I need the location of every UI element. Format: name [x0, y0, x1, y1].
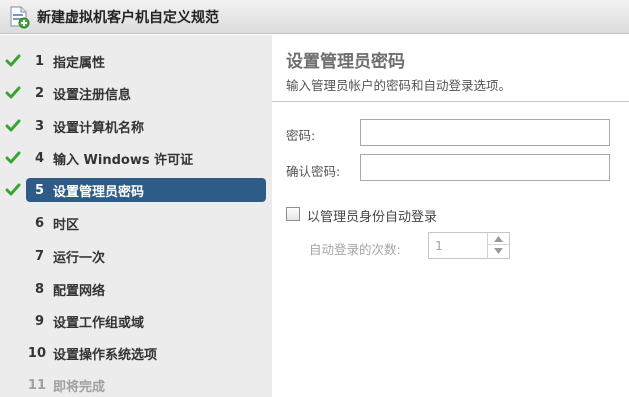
step-registration-info[interactable]: 2 设置注册信息 [0, 81, 272, 105]
step-label: 设置操作系统选项 [53, 347, 158, 363]
chevron-up-icon [494, 235, 503, 242]
step-time-zone[interactable]: 6 时区 [0, 211, 272, 235]
password-label: 密码: [286, 128, 316, 143]
step-windows-license[interactable]: 4 输入 Windows 许可证 [0, 146, 272, 170]
check-icon [5, 118, 21, 134]
page-title: 设置管理员密码 [286, 52, 405, 72]
window-title: 新建虚拟机客户机自定义规范 [37, 9, 219, 26]
step-label: 设置注册信息 [53, 87, 132, 103]
step-specify-properties[interactable]: 1 指定属性 [0, 49, 272, 73]
step-number: 8 [34, 281, 44, 297]
check-icon [5, 150, 21, 166]
step-label: 设置工作组或域 [53, 315, 145, 331]
decrement-button[interactable] [488, 245, 509, 257]
autologon-label[interactable]: 以管理员身份自动登录 [307, 206, 437, 225]
chevron-down-icon [494, 248, 503, 254]
spec-document-icon [7, 5, 31, 29]
window-titlebar: 新建虚拟机客户机自定义规范 [0, 0, 629, 34]
step-label: 即将完成 [53, 379, 106, 395]
confirm-password-field[interactable] [360, 154, 610, 181]
header-divider [272, 101, 629, 102]
step-admin-password[interactable]: 5 设置管理员密码 [0, 178, 272, 202]
step-number: 1 [34, 53, 44, 69]
step-number: 5 [34, 182, 44, 198]
step-label: 输入 Windows 许可证 [53, 152, 194, 168]
autologon-count-label: 自动登录的次数: [309, 242, 401, 257]
step-number: 7 [34, 248, 44, 264]
check-icon [5, 53, 21, 69]
step-label: 指定属性 [53, 55, 106, 71]
step-label: 配置网络 [53, 283, 106, 299]
step-ready-to-complete: 11 即将完成 [0, 373, 272, 397]
step-number: 6 [34, 215, 44, 231]
step-computer-name[interactable]: 3 设置计算机名称 [0, 114, 272, 138]
step-number: 9 [34, 313, 44, 329]
page-description: 输入管理员帐户的密码和自动登录选项。 [286, 78, 512, 93]
step-number: 4 [34, 150, 44, 166]
step-workgroup-domain[interactable]: 9 设置工作组或域 [0, 309, 272, 333]
stepper-buttons [487, 233, 509, 258]
password-field[interactable] [360, 119, 610, 146]
step-os-options[interactable]: 10 设置操作系统选项 [0, 341, 272, 365]
check-icon [5, 182, 21, 198]
step-label: 设置管理员密码 [53, 184, 145, 200]
step-label: 设置计算机名称 [53, 120, 145, 136]
step-number: 10 [27, 345, 46, 361]
autologon-count-stepper[interactable]: 1 [428, 232, 510, 259]
step-number: 2 [34, 85, 44, 101]
autologon-checkbox[interactable] [286, 207, 300, 221]
step-run-once[interactable]: 7 运行一次 [0, 244, 272, 268]
step-label: 运行一次 [53, 250, 106, 266]
step-number: 11 [27, 377, 46, 393]
confirm-password-label: 确认密码: [286, 164, 341, 179]
increment-button[interactable] [488, 233, 509, 245]
step-label: 时区 [53, 217, 80, 233]
step-number: 3 [34, 118, 44, 134]
step-content-panel: 设置管理员密码 输入管理员帐户的密码和自动登录选项。 密码: 确认密码: 以管理… [272, 35, 629, 397]
wizard-steps-sidebar: 1 指定属性 2 设置注册信息 3 设置计算机名称 4 输入 Windows 许… [0, 35, 272, 397]
check-icon [5, 85, 21, 101]
step-configure-network[interactable]: 8 配置网络 [0, 277, 272, 301]
autologon-count-value: 1 [435, 238, 443, 253]
